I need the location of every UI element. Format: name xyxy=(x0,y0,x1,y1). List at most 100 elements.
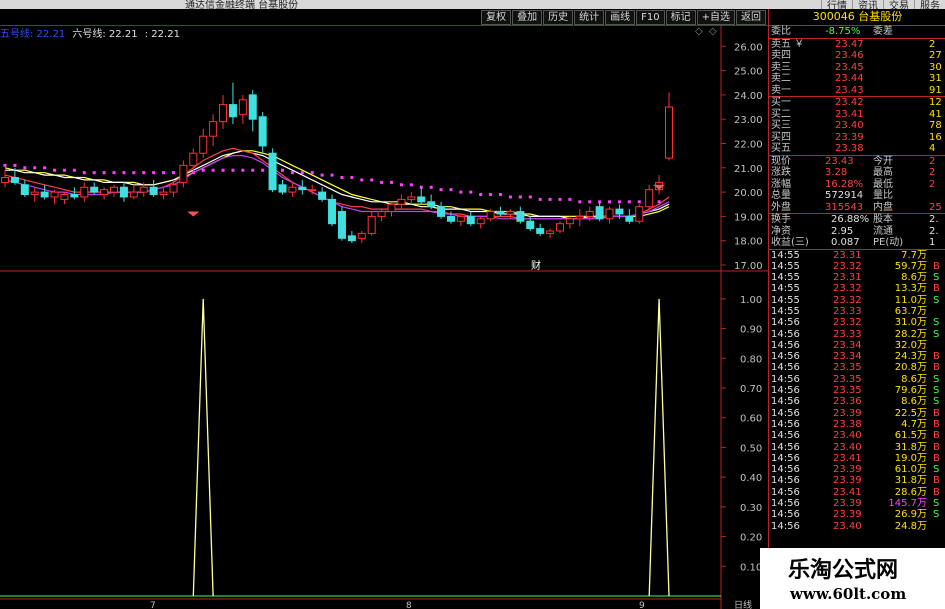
watermark-line1: 乐淘公式网 xyxy=(788,558,899,583)
huaxian-button[interactable]: 画线 xyxy=(605,10,636,25)
tick-volume: 7.7万 xyxy=(901,249,927,261)
buy-row[interactable]: 买一 23.42 12 xyxy=(769,97,945,109)
dot-point xyxy=(518,195,522,199)
candle-body xyxy=(219,104,228,123)
cai-marker[interactable]: 财 xyxy=(531,259,541,272)
tick-price: 23.39 xyxy=(833,464,862,476)
candle-body xyxy=(149,186,158,196)
biaoji-button[interactable]: 标记 xyxy=(665,10,696,25)
tick-time: 14:56 xyxy=(771,509,800,521)
buy-label: 买四 xyxy=(771,131,791,143)
menu-jiaoyi[interactable]: 交易 xyxy=(883,0,914,9)
tick-row: 14:56 23.35 20.8万 B xyxy=(769,362,945,373)
candle-body xyxy=(20,184,29,196)
stock-title[interactable]: 300046 台基股份 xyxy=(769,9,945,26)
dot-point xyxy=(469,190,473,194)
tongji-button[interactable]: 统计 xyxy=(574,10,605,25)
candle-body xyxy=(179,164,188,183)
sell-price: 23.44 xyxy=(835,73,864,84)
dot-point xyxy=(617,200,621,204)
buy-label: 买三 xyxy=(771,120,791,131)
sell-row[interactable]: 卖一 23.43 91 xyxy=(769,85,945,97)
tick-side: S xyxy=(933,317,940,329)
candle-body xyxy=(427,201,436,208)
diejia-button[interactable]: 叠加 xyxy=(512,10,543,25)
zixuan-button[interactable]: +自选 xyxy=(696,10,735,25)
tick-list[interactable]: 14:55 23.31 7.7万 14:55 23.32 59.7万 B 14:55 23.31… xyxy=(769,250,945,532)
price-tick-label: 21.00 xyxy=(734,164,763,175)
tick-time: 14:56 xyxy=(771,373,800,385)
sell-row[interactable]: 卖二 23.44 31 xyxy=(769,73,945,85)
price-tick-label: 18.00 xyxy=(734,237,763,248)
menu-fuwu[interactable]: 服务 xyxy=(914,0,945,9)
stat2-row: 净资 2.95 流通 2. xyxy=(769,226,945,238)
candle-body xyxy=(169,184,178,193)
tick-row: 14:55 23.32 11.0万 S xyxy=(769,295,945,306)
buy-row[interactable]: 买二 23.41 41 xyxy=(769,109,945,121)
dot-point xyxy=(62,168,66,172)
buy-volume: 16 xyxy=(929,131,942,143)
period-label[interactable]: 日线 xyxy=(734,599,752,609)
buy-orders: 买一 23.42 12 买二 23.41 41 买三 23.40 78 买四 23.39 16 买五 23… xyxy=(769,97,945,156)
tick-row: 14:56 23.34 24.3万 B xyxy=(769,351,945,362)
tick-row: 14:55 23.31 8.6万 S xyxy=(769,272,945,283)
tick-time: 14:56 xyxy=(771,396,800,408)
candle-body xyxy=(1,177,9,183)
buy-row[interactable]: 买五 23.38 4 xyxy=(769,143,945,155)
legend-extra: : 22.21 xyxy=(144,29,180,40)
buy-row[interactable]: 买三 23.40 78 xyxy=(769,120,945,132)
candle-body xyxy=(328,198,337,225)
stat-row: 涨跌 3.28 最高 2 xyxy=(769,167,945,179)
fuquan-button[interactable]: 复权 xyxy=(481,10,512,25)
menu-zixun[interactable]: 资讯 xyxy=(852,0,883,9)
dot-point xyxy=(142,171,146,175)
candle-body xyxy=(337,211,346,239)
stats-block-2: 换手 26.88% 股本 2. 净资 2.95 流通 2. 收益(三) 0.087 PE(动) 1 xyxy=(769,214,945,250)
chart-area[interactable]: 26.00 25.00 24.00 23.00 22.00 21.00 20.00 19.00… xyxy=(0,25,768,609)
tick-volume: 32.0万 xyxy=(894,339,927,351)
candle-body xyxy=(40,191,49,198)
moving-average-lines xyxy=(4,147,670,220)
buy-volume: 78 xyxy=(929,120,942,131)
lishi-button[interactable]: 历史 xyxy=(543,10,574,25)
stat-label: 外盘 xyxy=(771,201,791,213)
buy-row[interactable]: 买四 23.39 16 xyxy=(769,132,945,144)
candle-body xyxy=(278,184,287,193)
tick-volume: 19.0万 xyxy=(894,452,927,464)
sell-row[interactable]: 卖四 23.46 27 xyxy=(769,50,945,62)
dot-point xyxy=(608,200,612,204)
menu-hangqing[interactable]: 行情 xyxy=(821,0,852,9)
sell-row[interactable]: 卖五 ￥ 23.47 2 xyxy=(769,39,945,51)
stat-label: 收益(三) xyxy=(771,237,809,248)
tick-row: 14:56 23.40 61.5万 B xyxy=(769,430,945,441)
tick-volume: 31.0万 xyxy=(894,317,927,329)
sell-row[interactable]: 卖三 23.45 30 xyxy=(769,62,945,74)
dot-point xyxy=(508,195,512,199)
candle-body xyxy=(110,186,119,193)
f10-button[interactable]: F10 xyxy=(636,10,665,25)
tick-price: 23.34 xyxy=(833,339,862,351)
collapse-icon[interactable]: ◇ xyxy=(709,26,717,37)
dot-point xyxy=(280,168,284,172)
tick-side: B xyxy=(933,418,940,430)
candle-body xyxy=(645,189,654,208)
tick-side: S xyxy=(933,464,940,476)
price-axis: 26.00 25.00 24.00 23.00 22.00 21.00 20.00 19.00… xyxy=(721,42,763,272)
ind-tick-label: 0.30 xyxy=(740,503,762,514)
candle-body xyxy=(347,235,356,242)
tick-side: S xyxy=(933,373,940,385)
expand-icon[interactable]: ◇ xyxy=(695,26,703,37)
buy-price: 23.40 xyxy=(835,120,864,131)
ind-tick-label: 0.70 xyxy=(740,384,762,395)
fanhui-button[interactable]: 返回 xyxy=(736,10,766,25)
tick-side: B xyxy=(933,452,940,464)
candle-body xyxy=(268,152,277,191)
tick-time: 14:55 xyxy=(771,283,800,295)
tick-row: 14:56 23.39 61.0万 S xyxy=(769,464,945,475)
candle-body xyxy=(199,135,208,154)
stat2-row: 换手 26.88% 股本 2. xyxy=(769,214,945,226)
tick-time: 14:56 xyxy=(771,520,800,532)
tick-time: 14:56 xyxy=(771,339,800,351)
dot-point xyxy=(548,197,552,201)
dot-point xyxy=(290,171,294,175)
